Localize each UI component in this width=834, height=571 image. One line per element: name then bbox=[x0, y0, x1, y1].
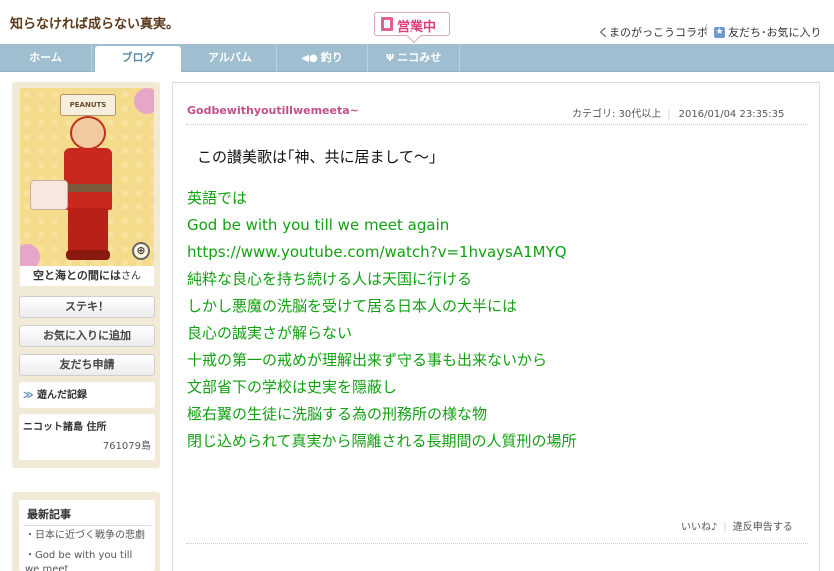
recent-posts-panel: 最新記事 ・日本に近づく戦争の悲劇 ・God be with you till … bbox=[19, 500, 155, 571]
post-meta: カテゴリ: 30代以上 | 2016/01/04 23:35:35 bbox=[572, 109, 785, 120]
shop-icon: Ψ bbox=[385, 53, 395, 64]
header-divider bbox=[706, 24, 707, 36]
site-header: 知らなければ成らない真実。 営業中 くまのがっこうコラボ ★ 友だち･お気に入り bbox=[0, 0, 834, 44]
footer-divider bbox=[186, 543, 808, 544]
zoom-icon[interactable]: ⊕ bbox=[132, 242, 150, 260]
fishing-icon: ◀● bbox=[301, 53, 318, 64]
user-name[interactable]: 空と海との間にはさん bbox=[20, 266, 154, 286]
report-button[interactable]: 違反申告する bbox=[733, 522, 793, 533]
add-favorite-button[interactable]: お気に入りに追加 bbox=[19, 325, 155, 347]
like-button[interactable]: いいね♪ bbox=[681, 522, 717, 533]
double-arrow-icon: ≫ bbox=[23, 390, 34, 401]
post-line: 英語では bbox=[187, 189, 248, 207]
open-status-badge[interactable]: 営業中 bbox=[374, 12, 450, 44]
post-date: 2016/01/04 23:35:35 bbox=[678, 109, 785, 120]
profile-sidebar: PEANUTS ⊕ 空と海との間にはさん ステキ！ お気に入りに追加 友だち申請… bbox=[12, 82, 160, 468]
post-line: God be with you till we meet again bbox=[187, 216, 450, 234]
tab-home[interactable]: ホーム bbox=[0, 44, 92, 72]
post-line: しかし悪魔の洗脳を受けて居る日本人の大半には bbox=[187, 297, 518, 315]
post-title[interactable]: Godbewithyoutillwemeeta~ bbox=[187, 104, 359, 117]
post-body: この讃美歌は｢神、共に居まして～｣ 英語では God be with you t… bbox=[187, 146, 807, 457]
post-link[interactable]: https://www.youtube.com/watch?v=1hvaysA1… bbox=[187, 241, 807, 268]
collab-link[interactable]: くまのがっこうコラボ bbox=[598, 24, 708, 40]
like-profile-button[interactable]: ステキ！ bbox=[19, 296, 155, 318]
main-nav: ホーム ブログ アルバム ◀● 釣り Ψ ニコみせ bbox=[0, 44, 834, 73]
door-icon bbox=[381, 17, 393, 31]
island-address[interactable]: 761079島 bbox=[19, 437, 155, 456]
post-line: 純粋な良心を持ち続ける人は天国に行ける bbox=[187, 270, 473, 288]
tab-blog[interactable]: ブログ bbox=[95, 46, 181, 73]
post-line: 閉じ込められて真実から隔離される長期間の人質刑の場所 bbox=[187, 432, 577, 450]
site-title[interactable]: 知らなければ成らない真実。 bbox=[10, 13, 179, 32]
post-line: 文部省下の学校は史実を隠蔽し bbox=[187, 378, 398, 396]
avatar-hat: PEANUTS bbox=[60, 94, 116, 116]
post-lead: この讃美歌は｢神、共に居まして～｣ bbox=[197, 148, 437, 166]
post-footer: いいね♪ | 違反申告する bbox=[681, 522, 793, 533]
recent-post-link[interactable]: ・日本に近づく戦争の悲劇 bbox=[19, 526, 155, 546]
friends-link-label: 友だち･お気に入り bbox=[728, 26, 822, 39]
recent-post-link[interactable]: ・God be with you till we meet bbox=[19, 546, 155, 571]
recent-posts-title: 最新記事 bbox=[23, 500, 151, 526]
address-panel: ニコット諸島 住所 761079島 bbox=[19, 414, 155, 460]
tab-fishing[interactable]: ◀● 釣り bbox=[277, 44, 368, 72]
played-record-panel[interactable]: ≫ 遊んだ記録 bbox=[19, 382, 155, 408]
post-category[interactable]: カテゴリ: 30代以上 bbox=[572, 109, 661, 120]
friend-request-button[interactable]: 友だち申請 bbox=[19, 354, 155, 376]
tab-nikomise[interactable]: Ψ ニコみせ bbox=[368, 44, 460, 72]
cake-item bbox=[30, 180, 68, 210]
post-line: 極右翼の生徒に洗脳する為の刑務所の様な物 bbox=[187, 405, 488, 423]
post-line: 十戒の第一の戒めが理解出来ず守る事も出来ないから bbox=[187, 351, 548, 369]
tab-album[interactable]: アルバム bbox=[184, 44, 277, 72]
friends-favorites-link[interactable]: ★ 友だち･お気に入り bbox=[714, 24, 822, 40]
avatar[interactable]: PEANUTS ⊕ bbox=[20, 88, 154, 266]
post-divider bbox=[186, 124, 808, 125]
post-line: 良心の誠実さが解らない bbox=[187, 324, 353, 342]
star-icon: ★ bbox=[714, 26, 725, 38]
recent-posts-sidebar: 最新記事 ・日本に近づく戦争の悲劇 ・God be with you till … bbox=[12, 492, 160, 571]
address-title: ニコット諸島 住所 bbox=[23, 422, 107, 433]
